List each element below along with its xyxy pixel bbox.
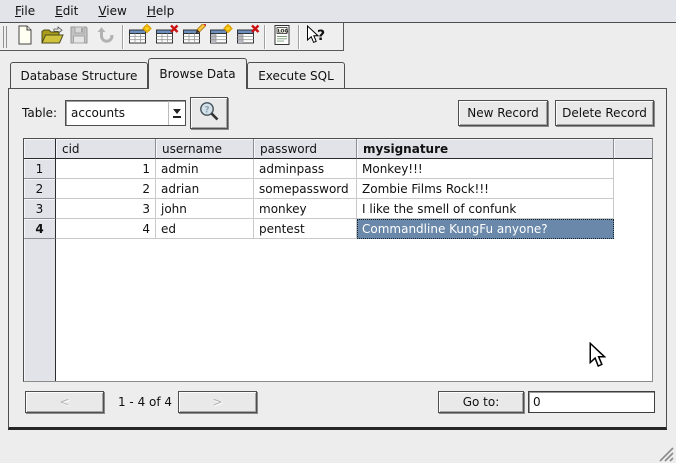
new-record-button[interactable]: New Record bbox=[458, 100, 548, 126]
cell-password[interactable]: somepassword bbox=[254, 179, 357, 199]
table-select-value: accounts bbox=[66, 106, 168, 120]
whats-this-icon: ? bbox=[304, 24, 328, 49]
cell-cid[interactable]: 4 bbox=[56, 219, 156, 239]
column-header-mysignature[interactable]: mysignature bbox=[357, 139, 614, 159]
goto-button[interactable]: Go to: bbox=[438, 391, 524, 413]
revert-changes-button[interactable] bbox=[92, 24, 119, 50]
grid-header-row: cid username password mysignature bbox=[24, 139, 652, 159]
resize-grip[interactable] bbox=[657, 446, 674, 462]
toolbar-separator bbox=[298, 25, 299, 49]
toolbar-separator bbox=[122, 25, 123, 49]
toolbar: LOG ? bbox=[0, 23, 344, 51]
open-database-button[interactable] bbox=[38, 24, 65, 50]
delete-table-button[interactable] bbox=[153, 24, 180, 50]
data-grid: cid username password mysignature 1 1 ad… bbox=[23, 138, 653, 382]
row-header-strip bbox=[24, 239, 56, 381]
new-database-button[interactable] bbox=[11, 24, 38, 50]
row-header[interactable]: 3 bbox=[24, 199, 56, 219]
new-database-icon bbox=[14, 24, 36, 49]
menu-file[interactable]: File bbox=[5, 1, 45, 22]
toolbar-separator bbox=[264, 25, 265, 49]
row-header[interactable]: 1 bbox=[24, 159, 56, 179]
cell-username[interactable]: john bbox=[156, 199, 254, 219]
table-row-selected: 4 4 ed pentest Commandline KungFu anyone… bbox=[24, 219, 652, 239]
table-row: 3 3 john monkey I like the smell of conf… bbox=[24, 199, 652, 219]
row-header[interactable]: 2 bbox=[24, 179, 56, 199]
table-row: 2 2 adrian somepassword Zombie Films Roc… bbox=[24, 179, 652, 199]
table-row: 1 1 admin adminpass Monkey!!! bbox=[24, 159, 652, 179]
create-index-icon bbox=[209, 24, 233, 49]
menu-view[interactable]: View bbox=[88, 1, 136, 22]
svg-text:?: ? bbox=[204, 105, 209, 115]
table-select[interactable]: accounts bbox=[65, 100, 186, 126]
revert-changes-icon bbox=[95, 24, 117, 49]
table-label: Table: bbox=[22, 106, 57, 120]
cell-mysignature[interactable]: Monkey!!! bbox=[357, 159, 614, 179]
create-table-icon bbox=[128, 24, 152, 49]
row-header[interactable]: 4 bbox=[24, 219, 56, 239]
sql-log-icon: LOG bbox=[271, 24, 293, 49]
search-button[interactable]: ? bbox=[190, 97, 228, 129]
column-header-cid[interactable]: cid bbox=[56, 139, 156, 159]
column-header-password[interactable]: password bbox=[254, 139, 357, 159]
cell-password[interactable]: adminpass bbox=[254, 159, 357, 179]
tab-label: Browse Data bbox=[159, 67, 235, 81]
sql-log-button[interactable]: LOG bbox=[268, 24, 295, 50]
cell-password[interactable]: monkey bbox=[254, 199, 357, 219]
browse-data-pane: Table: accounts ? New Record Delete Reco… bbox=[8, 88, 667, 430]
previous-page-button[interactable]: < bbox=[25, 391, 104, 413]
save-database-button[interactable] bbox=[65, 24, 92, 50]
delete-record-button[interactable]: Delete Record bbox=[555, 100, 654, 126]
tab-database-structure[interactable]: Database Structure bbox=[10, 62, 148, 88]
svg-text:?: ? bbox=[317, 28, 325, 44]
create-index-button[interactable] bbox=[207, 24, 234, 50]
cell-mysignature[interactable]: Zombie Films Rock!!! bbox=[357, 179, 614, 199]
cell-username[interactable]: admin bbox=[156, 159, 254, 179]
record-range-label: 1 - 4 of 4 bbox=[109, 391, 181, 413]
column-header-filler bbox=[614, 139, 652, 159]
modify-table-button[interactable] bbox=[180, 24, 207, 50]
chevron-down-icon[interactable] bbox=[168, 101, 185, 125]
create-table-button[interactable] bbox=[126, 24, 153, 50]
sqlite-database-browser-window: File Edit View Help bbox=[0, 0, 676, 463]
open-database-icon bbox=[40, 24, 64, 49]
save-database-icon bbox=[68, 24, 90, 49]
cell-cid[interactable]: 2 bbox=[56, 179, 156, 199]
next-page-button[interactable]: > bbox=[178, 391, 257, 413]
cell-password[interactable]: pentest bbox=[254, 219, 357, 239]
cell-cid[interactable]: 3 bbox=[56, 199, 156, 219]
menubar: File Edit View Help bbox=[0, 0, 676, 23]
cell-mysignature-selected[interactable]: Commandline KungFu anyone? bbox=[357, 219, 614, 239]
delete-index-button[interactable] bbox=[234, 24, 261, 50]
menu-help[interactable]: Help bbox=[137, 1, 184, 22]
goto-input[interactable] bbox=[528, 391, 655, 413]
menu-edit[interactable]: Edit bbox=[45, 1, 88, 22]
toolbar-drag-handle[interactable] bbox=[3, 26, 7, 48]
whats-this-button[interactable]: ? bbox=[302, 24, 329, 50]
cell-mysignature[interactable]: I like the smell of confunk bbox=[357, 199, 614, 219]
svg-text:LOG: LOG bbox=[277, 28, 288, 34]
magnifier-icon: ? bbox=[196, 99, 222, 128]
grid-empty-area bbox=[24, 239, 652, 381]
delete-index-icon bbox=[236, 24, 260, 49]
grid-corner-cell[interactable] bbox=[24, 139, 56, 159]
cell-cid[interactable]: 1 bbox=[56, 159, 156, 179]
tab-label: Execute SQL bbox=[258, 69, 334, 83]
cell-username[interactable]: adrian bbox=[156, 179, 254, 199]
tab-browse-data[interactable]: Browse Data bbox=[148, 58, 247, 89]
modify-table-icon bbox=[182, 24, 206, 49]
grid-empty-canvas bbox=[56, 239, 652, 381]
delete-table-icon bbox=[155, 24, 179, 49]
cell-username[interactable]: ed bbox=[156, 219, 254, 239]
column-header-username[interactable]: username bbox=[156, 139, 254, 159]
tab-execute-sql[interactable]: Execute SQL bbox=[247, 62, 345, 88]
tab-label: Database Structure bbox=[21, 69, 138, 83]
